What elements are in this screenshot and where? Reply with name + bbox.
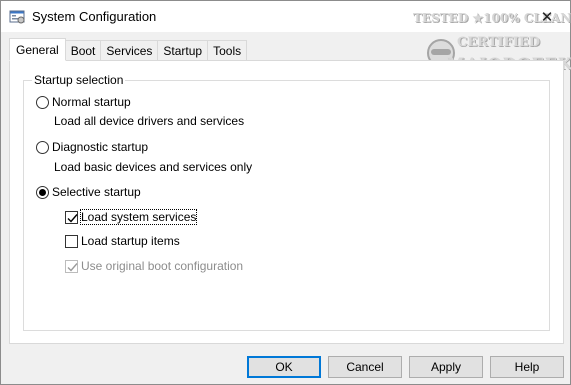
checkmark-disabled-icon	[67, 262, 78, 272]
load-system-services-checkbox[interactable]: Load system services	[65, 209, 198, 225]
load-startup-items-label[interactable]: Load startup items	[81, 234, 180, 248]
diagnostic-startup-description: Load basic devices and services only	[54, 160, 253, 174]
close-button[interactable]: ✕	[524, 1, 570, 32]
diagnostic-startup-radio[interactable]: Diagnostic startup	[36, 140, 148, 154]
general-tab-panel: Startup selection Normal startup Load al…	[9, 60, 564, 344]
tab-startup[interactable]: Startup	[158, 40, 209, 61]
apply-button[interactable]: Apply	[409, 356, 483, 378]
startup-selection-legend: Startup selection	[32, 73, 126, 87]
tab-strip: General Boot Services Startup Tools	[9, 38, 248, 61]
normal-startup-radio[interactable]: Normal startup	[36, 95, 131, 109]
window-title: System Configuration	[32, 9, 157, 24]
diagnostic-startup-radio-circle[interactable]	[36, 140, 49, 154]
selective-startup-radio-circle[interactable]	[36, 185, 49, 199]
watermark-certified-text: CERTIFIED	[457, 35, 541, 50]
cancel-button[interactable]: Cancel	[328, 356, 402, 378]
load-startup-items-checkbox[interactable]: Load startup items	[65, 234, 180, 248]
help-button[interactable]: Help	[490, 356, 564, 378]
title-bar[interactable]: System Configuration TESTED ★100% CLEAN …	[1, 1, 571, 89]
normal-startup-label[interactable]: Normal startup	[52, 95, 131, 109]
selective-startup-label[interactable]: Selective startup	[52, 185, 141, 199]
selective-startup-radio[interactable]: Selective startup	[36, 185, 141, 199]
normal-startup-description: Load all device drivers and services	[54, 114, 245, 128]
normal-startup-radio-circle[interactable]	[36, 95, 49, 109]
load-system-services-box[interactable]	[65, 210, 78, 224]
close-icon: ✕	[540, 8, 554, 26]
tab-general[interactable]: General	[9, 38, 66, 61]
system-configuration-window: System Configuration TESTED ★100% CLEAN …	[0, 0, 571, 385]
tab-services[interactable]: Services	[101, 40, 159, 61]
use-original-boot-checkbox: Use original boot configuration	[65, 259, 243, 273]
ok-button[interactable]: OK	[247, 356, 321, 378]
diagnostic-startup-label[interactable]: Diagnostic startup	[52, 140, 148, 154]
use-original-boot-box	[65, 259, 78, 273]
tab-boot[interactable]: Boot	[65, 40, 102, 61]
checkmark-icon	[67, 213, 78, 223]
load-startup-items-box[interactable]	[65, 234, 78, 248]
load-system-services-label[interactable]: Load system services	[79, 209, 198, 225]
msconfig-icon	[9, 10, 25, 24]
tab-tools[interactable]: Tools	[208, 40, 248, 61]
startup-selection-group: Startup selection Normal startup Load al…	[23, 73, 550, 331]
use-original-boot-label: Use original boot configuration	[81, 259, 244, 273]
